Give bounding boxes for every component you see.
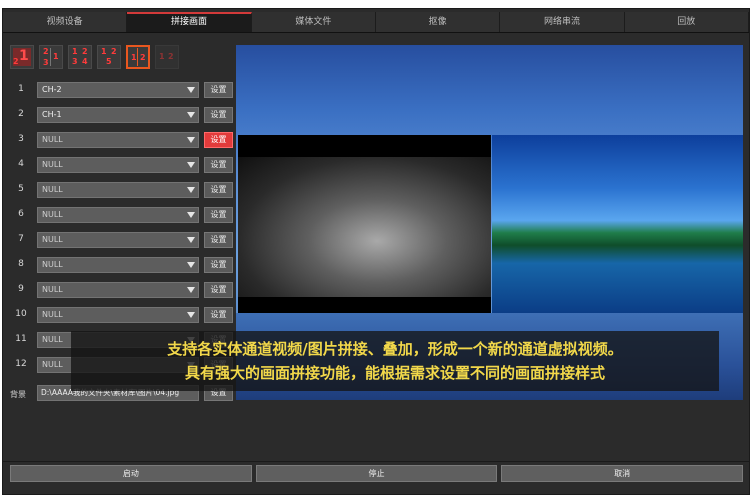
layout-side-by-side-icon[interactable]: 1 2 [126, 45, 150, 69]
settings-button[interactable]: 设置 [204, 157, 233, 173]
channel-row: 1 CH-2 设置 [10, 79, 234, 104]
chevron-down-icon [187, 112, 195, 118]
channel-select[interactable]: NULL [37, 232, 199, 248]
channel-select[interactable]: CH-1 [37, 107, 199, 123]
settings-button[interactable]: 设置 [204, 282, 233, 298]
channel-number: 4 [18, 159, 24, 169]
chevron-down-icon [187, 287, 195, 293]
channel-row: 2 CH-1 设置 [10, 104, 234, 129]
settings-button-active[interactable]: 设置 [204, 132, 233, 148]
tab-stitching[interactable]: 拼接画面 [127, 12, 252, 32]
channel-select[interactable]: NULL [37, 132, 199, 148]
channel-row: 10 NULL 设置 [10, 304, 234, 329]
settings-button[interactable]: 设置 [204, 107, 233, 123]
preview-cell-video [238, 157, 491, 297]
channel-row: 9 NULL 设置 [10, 279, 234, 304]
channel-select[interactable]: NULL [37, 182, 199, 198]
settings-button[interactable]: 设置 [204, 257, 233, 273]
settings-button[interactable]: 设置 [204, 207, 233, 223]
layout-five-icon[interactable]: 1 2 5 [97, 45, 121, 69]
channel-row: 4 NULL 设置 [10, 154, 234, 179]
channel-row: 3 NULL 设置 [10, 129, 234, 154]
channel-select[interactable]: NULL [37, 157, 199, 173]
channel-number: 3 [18, 134, 24, 144]
settings-button[interactable]: 设置 [204, 307, 233, 323]
feature-caption: 支持各实体通道视频/图片拼接、叠加，形成一个新的通道虚拟视频。 具有强大的画面拼… [71, 331, 719, 391]
channel-row: 8 NULL 设置 [10, 254, 234, 279]
layout-selector: 1 2 2 1 3 1 2 3 4 1 2 5 1 2 1 2 [10, 45, 179, 71]
channel-number: 2 [18, 109, 24, 119]
tab-bar: 视频设备 拼接画面 媒体文件 抠像 网络串流 回放 [3, 12, 749, 33]
layout-quad-icon[interactable]: 1 2 3 4 [68, 45, 92, 69]
chevron-down-icon [187, 162, 195, 168]
channel-number: 7 [18, 234, 24, 244]
tab-media-files[interactable]: 媒体文件 [252, 12, 376, 32]
channel-select[interactable]: NULL [37, 282, 199, 298]
chevron-down-icon [187, 312, 195, 318]
channel-number: 10 [15, 309, 27, 319]
tab-playback[interactable]: 回放 [625, 12, 749, 32]
stop-button[interactable]: 停止 [255, 465, 498, 482]
channel-row: 7 NULL 设置 [10, 229, 234, 254]
channel-number: 12 [15, 359, 27, 369]
app-window: 视频设备 拼接画面 媒体文件 抠像 网络串流 回放 1 2 2 1 3 1 2 … [2, 8, 750, 495]
channel-row: 6 NULL 设置 [10, 204, 234, 229]
chevron-down-icon [187, 87, 195, 93]
channel-number: 1 [18, 84, 24, 94]
channel-number: 8 [18, 259, 24, 269]
channel-row: 5 NULL 设置 [10, 179, 234, 204]
chevron-down-icon [187, 262, 195, 268]
divider [3, 461, 749, 462]
channel-select[interactable]: NULL [37, 307, 199, 323]
chevron-down-icon [187, 212, 195, 218]
settings-button[interactable]: 设置 [204, 182, 233, 198]
channel-number: 9 [18, 284, 24, 294]
channel-number: 5 [18, 184, 24, 194]
tab-network-stream[interactable]: 网络串流 [500, 12, 625, 32]
layout-extra-icon[interactable]: 1 2 [155, 45, 179, 69]
caption-line-1: 支持各实体通道视频/图片拼接、叠加，形成一个新的通道虚拟视频。 [167, 340, 623, 358]
settings-button[interactable]: 设置 [204, 232, 233, 248]
settings-button[interactable]: 设置 [204, 82, 233, 98]
layout-pip-icon[interactable]: 1 2 [10, 45, 34, 69]
tab-video-device[interactable]: 视频设备 [3, 12, 128, 32]
background-label: 背景 [10, 390, 26, 399]
channel-select[interactable]: CH-2 [37, 82, 199, 98]
channel-number: 6 [18, 209, 24, 219]
channel-number: 11 [15, 334, 27, 344]
chevron-down-icon [187, 137, 195, 143]
start-button[interactable]: 启动 [10, 465, 252, 482]
tab-keying[interactable]: 抠像 [376, 12, 501, 32]
layout-three-icon[interactable]: 2 1 3 [39, 45, 63, 69]
chevron-down-icon [187, 187, 195, 193]
bottom-toolbar: 启动 停止 取消 [10, 465, 744, 482]
channel-select[interactable]: NULL [37, 207, 199, 223]
preview-cell-image [492, 135, 743, 313]
cancel-button[interactable]: 取消 [501, 465, 744, 482]
chevron-down-icon [187, 237, 195, 243]
channel-select[interactable]: NULL [37, 257, 199, 273]
caption-line-2: 具有强大的画面拼接功能，能根据需求设置不同的画面拼接样式 [184, 364, 605, 382]
